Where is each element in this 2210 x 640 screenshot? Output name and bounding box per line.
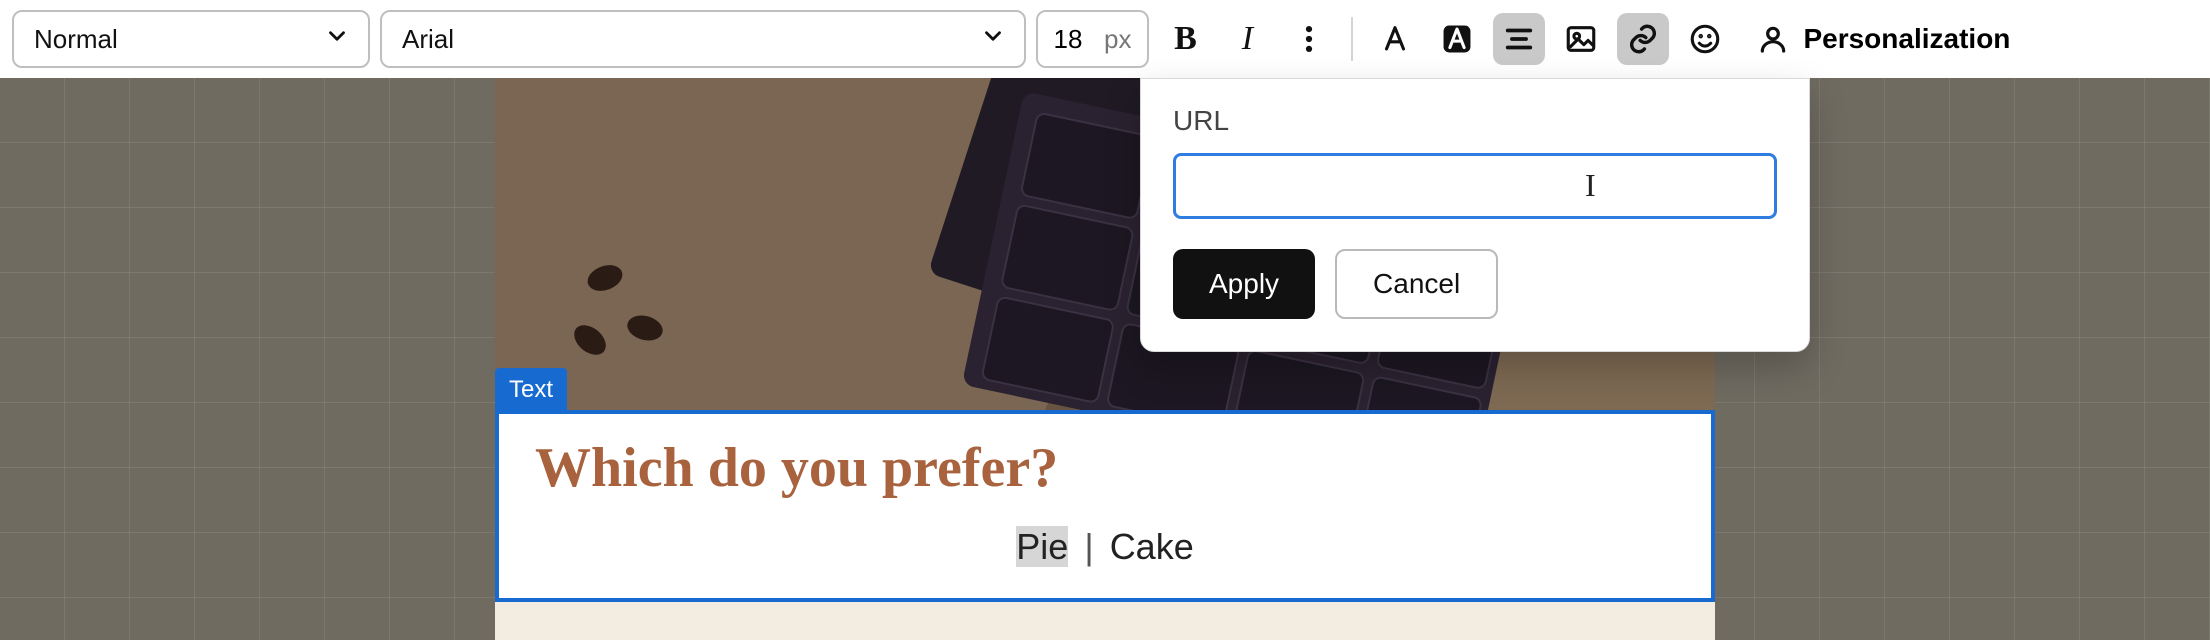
url-field-label: URL [1173,105,1777,137]
chevron-down-icon [324,23,350,56]
apply-button-label: Apply [1209,268,1279,300]
text-color-button[interactable] [1369,13,1421,65]
choice-separator: | [1078,526,1099,567]
text-block-choices[interactable]: Pie | Cake [535,526,1675,568]
personalization-label: Personalization [1803,23,2010,55]
insert-link-popover: URL I Apply Cancel [1140,78,1810,352]
apply-button[interactable]: Apply [1173,249,1315,319]
cancel-button-label: Cancel [1373,268,1460,300]
insert-image-button[interactable] [1555,13,1607,65]
paragraph-style-select[interactable]: Normal [12,10,370,68]
link-icon [1626,22,1660,56]
image-icon [1564,22,1598,56]
personalization-button[interactable]: Personalization [1741,13,2026,65]
emoji-icon [1688,22,1722,56]
highlight-icon [1440,22,1474,56]
paragraph-style-value: Normal [34,24,118,55]
popover-button-row: Apply Cancel [1173,249,1777,319]
bold-button[interactable]: B [1159,13,1211,65]
insert-emoji-button[interactable] [1679,13,1731,65]
text-block-heading[interactable]: Which do you prefer? [535,436,1675,500]
more-vertical-icon [1292,22,1326,56]
font-family-value: Arial [402,24,454,55]
text-color-icon [1378,22,1412,56]
editor-canvas: Text Which do you prefer? Pie | Cake [0,78,2210,640]
chevron-down-icon [980,23,1006,56]
choice-option-b[interactable]: Cake [1110,526,1194,567]
font-size-input-group: px [1036,10,1149,68]
choice-option-a[interactable]: Pie [1016,526,1068,567]
italic-icon: I [1242,20,1253,58]
formatting-toolbar: Normal Arial px B I [0,0,2210,78]
align-center-icon [1502,22,1536,56]
toolbar-separator [1351,17,1353,61]
text-block[interactable]: Text Which do you prefer? Pie | Cake [495,410,1715,602]
more-formatting-button[interactable] [1283,13,1335,65]
block-type-tag: Text [495,368,567,412]
bold-icon: B [1174,20,1197,58]
font-size-unit: px [1098,24,1147,55]
align-button[interactable] [1493,13,1545,65]
person-icon [1757,23,1789,55]
insert-link-button[interactable] [1617,13,1669,65]
font-family-select[interactable]: Arial [380,10,1026,68]
italic-button[interactable]: I [1221,13,1273,65]
font-size-input[interactable] [1038,12,1098,66]
highlight-color-button[interactable] [1431,13,1483,65]
cancel-button[interactable]: Cancel [1335,249,1498,319]
url-input[interactable] [1173,153,1777,219]
